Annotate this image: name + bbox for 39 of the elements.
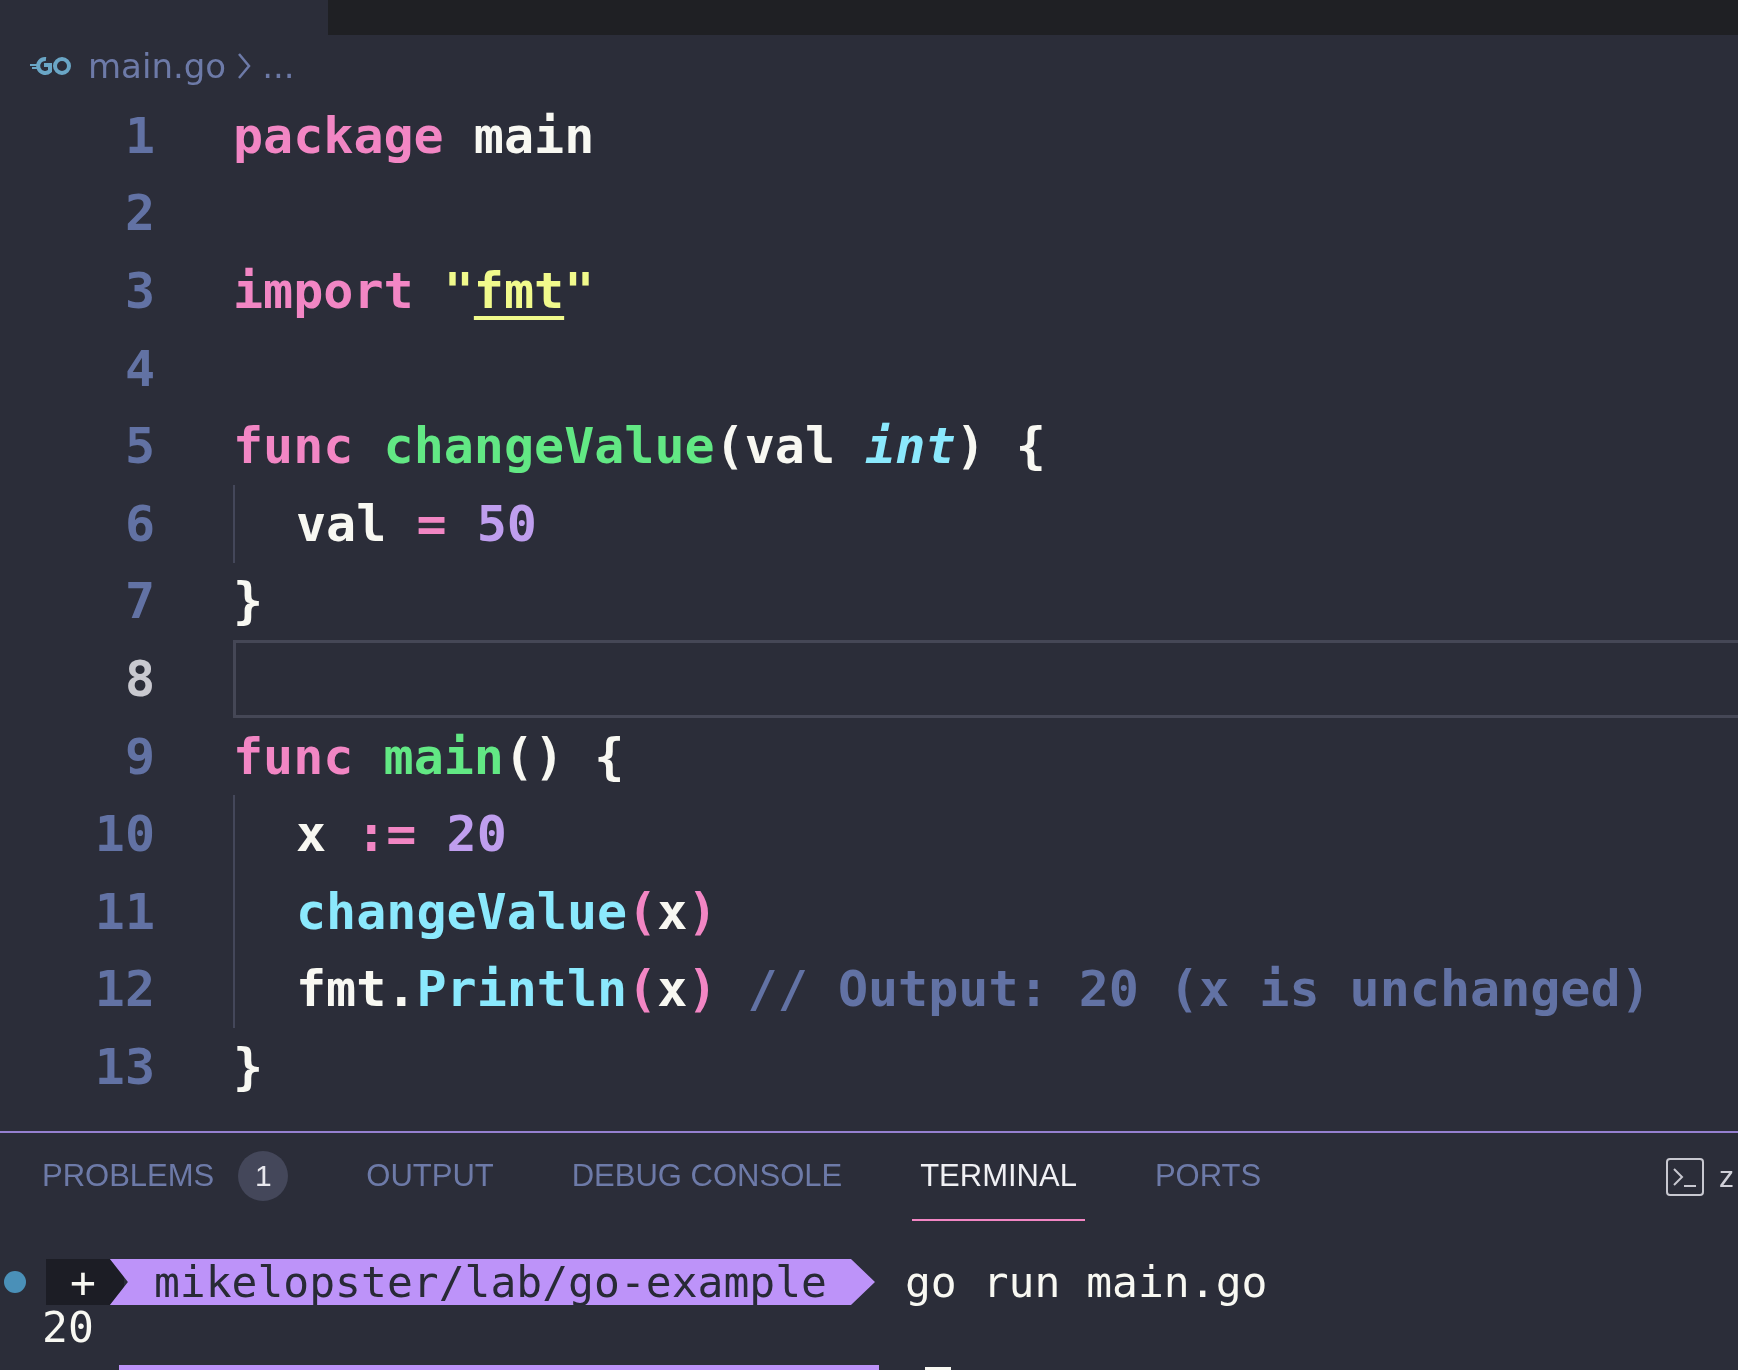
line-number: 13 [93,1036,155,1098]
code-line: val = 50 [296,493,538,555]
panel-tab[interactable]: DEBUG CONSOLE [563,1133,851,1221]
panel-tab[interactable]: TERMINAL [912,1133,1085,1221]
terminal-icon[interactable] [1665,1157,1705,1197]
count-badge: 1 [238,1151,289,1201]
prompt-symbol: + [46,1259,124,1305]
code-line: package main [233,105,596,167]
code-line: changeValue(x) [296,881,719,943]
line-number: 7 [123,571,155,633]
line-number: 9 [123,726,155,788]
breadcrumb-file[interactable]: main.go [88,46,227,86]
terminal-command: go run main.go [905,1257,1268,1307]
line-number: 10 [93,804,155,866]
line-number: 4 [123,338,155,400]
code-line: } [233,1036,265,1098]
line-number: 11 [93,881,155,943]
line-number: 5 [123,416,155,478]
code-line: import "fmt" [233,261,596,322]
terminal-output: 20 [41,1305,95,1349]
code-line: func main() { [233,726,626,788]
code-line: fmt.Println(x) // Output: 20 (x is unchanged) [296,959,1652,1021]
code-line: x := 20 [296,804,508,866]
panel-tab[interactable]: OUTPUT [358,1133,502,1221]
line-number: 12 [93,959,155,1021]
panel-label: z [1719,1160,1735,1194]
line-number: 1 [123,105,155,167]
panel-tab[interactable]: PORTS [1146,1133,1270,1221]
chevron-right-icon [236,51,253,81]
status-dot [4,1271,26,1293]
panel-tab[interactable]: PROBLEMS 1 [34,1133,297,1221]
code-line: func changeValue(val int) { [233,416,1047,478]
line-number: 8 [123,648,155,710]
prompt-path: mikelopster/lab/go-example [109,1259,875,1305]
line-number: 3 [123,261,155,322]
breadcrumb-ellipsis[interactable]: ... [262,46,295,86]
line-number: 6 [123,493,155,555]
line-number: 2 [123,183,155,245]
code-line: } [233,571,265,633]
